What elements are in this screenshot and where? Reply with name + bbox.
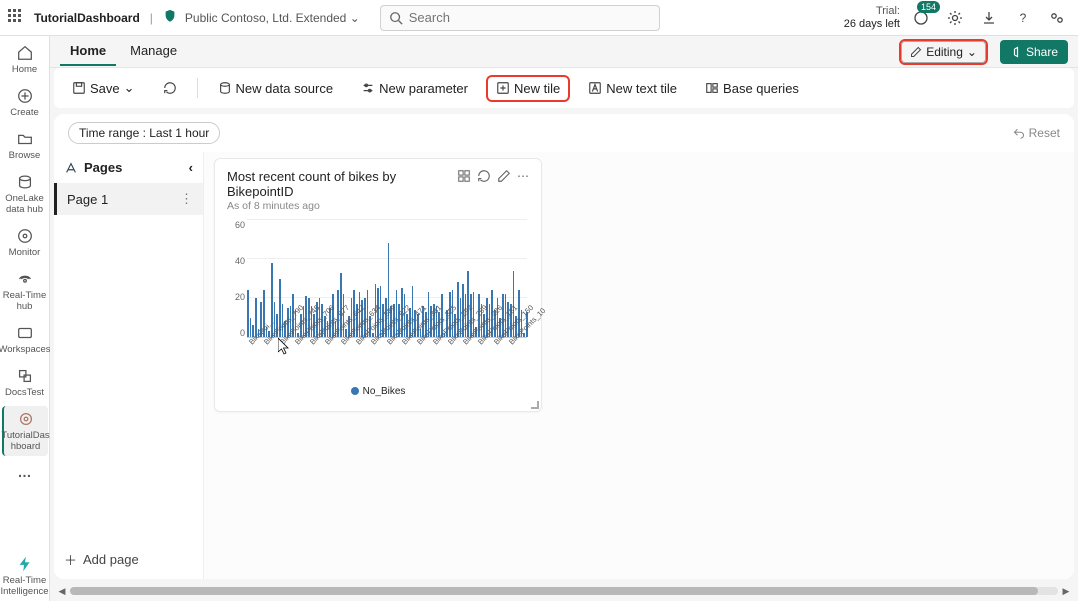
edit-icon[interactable] bbox=[497, 169, 511, 186]
more-icon[interactable]: ⋯ bbox=[517, 169, 529, 186]
share-button[interactable]: Share bbox=[1000, 40, 1068, 64]
data-source-icon bbox=[218, 81, 232, 95]
time-range-bar: Time range : Last 1 hour Reset bbox=[54, 114, 1074, 152]
pages-icon bbox=[64, 161, 78, 175]
rail-onelake[interactable]: OneLake data hub bbox=[2, 169, 48, 219]
save-icon bbox=[72, 81, 86, 95]
rail-monitor[interactable]: Monitor bbox=[2, 223, 48, 262]
new-text-tile-button[interactable]: New text tile bbox=[580, 77, 685, 100]
search-input[interactable] bbox=[409, 10, 651, 25]
rail-realtimehub[interactable]: Real-Time hub bbox=[2, 266, 48, 316]
tab-manage[interactable]: Manage bbox=[120, 37, 187, 66]
chart-tile[interactable]: Most recent count of bikes by BikepointI… bbox=[214, 158, 542, 412]
rail-more[interactable]: … bbox=[2, 460, 48, 484]
command-toolbar: Save ⌄ New data source New parameter New… bbox=[54, 68, 1074, 108]
parameter-icon bbox=[361, 81, 375, 95]
pencil-icon bbox=[910, 46, 922, 58]
page-row-page1[interactable]: Page 1 ⋮ bbox=[54, 183, 203, 215]
plus-icon: ＋ bbox=[64, 550, 77, 569]
legend-dot bbox=[351, 387, 359, 395]
rail-browse[interactable]: Browse bbox=[2, 126, 48, 165]
breadcrumb-sep: | bbox=[150, 11, 153, 25]
view-tabs-row: Home Manage Editing ⌄ Share bbox=[50, 36, 1078, 68]
scroll-left-arrow[interactable]: ◀ bbox=[56, 585, 68, 597]
scroll-thumb[interactable] bbox=[70, 587, 1038, 595]
workspace-label: Public Contoso, Ltd. Extended bbox=[185, 11, 346, 25]
new-parameter-button[interactable]: New parameter bbox=[353, 77, 476, 100]
scroll-track[interactable] bbox=[70, 587, 1058, 595]
refresh-button[interactable] bbox=[155, 77, 185, 99]
more-icon[interactable]: ⋮ bbox=[180, 191, 193, 207]
trial-label: Trial: bbox=[844, 5, 900, 17]
chart-legend: No_Bikes bbox=[227, 386, 529, 397]
chevron-down-icon: ⌄ bbox=[967, 45, 977, 59]
workarea: Pages ‹ Page 1 ⋮ ＋ Add page Most bbox=[54, 152, 1074, 579]
share-icon bbox=[1010, 46, 1022, 58]
chevron-down-icon: ⌄ bbox=[350, 11, 360, 25]
notifications-badge: 154 bbox=[917, 1, 940, 13]
breadcrumb-title: TutorialDashboard bbox=[34, 11, 140, 25]
download-icon[interactable] bbox=[976, 5, 1002, 31]
trial-status[interactable]: Trial: 26 days left bbox=[844, 5, 900, 29]
rail-home[interactable]: Home bbox=[2, 40, 48, 79]
rail-tutorialdashboard[interactable]: TutorialDas hboard bbox=[2, 406, 48, 456]
search-box[interactable] bbox=[380, 5, 660, 31]
text-tile-icon bbox=[588, 81, 602, 95]
new-data-source-button[interactable]: New data source bbox=[210, 77, 342, 100]
main-area: Home Manage Editing ⌄ Share Save ⌄ bbox=[50, 36, 1078, 601]
queries-icon bbox=[705, 81, 719, 95]
y-axis-ticks: 6040200 bbox=[227, 220, 245, 338]
chevron-down-icon: ⌄ bbox=[124, 80, 135, 96]
x-axis-ticks: BikePoi...BikePoints_790BikePoints_745Bi… bbox=[247, 338, 527, 380]
scroll-right-arrow[interactable]: ▶ bbox=[1060, 585, 1072, 597]
shield-icon bbox=[163, 9, 177, 26]
resize-handle[interactable] bbox=[531, 401, 539, 409]
left-nav-rail: Home Create Browse OneLake data hub Moni… bbox=[0, 36, 50, 601]
horizontal-scrollbar[interactable]: ◀ ▶ bbox=[54, 585, 1074, 597]
tab-home[interactable]: Home bbox=[60, 37, 116, 66]
feedback-icon[interactable] bbox=[1044, 5, 1070, 31]
app-launcher-icon[interactable] bbox=[8, 9, 26, 27]
rail-workspaces[interactable]: Workspaces bbox=[2, 320, 48, 359]
dashboard-canvas[interactable]: Most recent count of bikes by BikepointI… bbox=[204, 152, 1074, 579]
pages-panel: Pages ‹ Page 1 ⋮ ＋ Add page bbox=[54, 152, 204, 579]
workspace-picker[interactable]: Public Contoso, Ltd. Extended ⌄ bbox=[185, 11, 360, 25]
search-icon bbox=[389, 11, 403, 25]
undo-icon bbox=[1013, 127, 1025, 139]
pages-header: Pages ‹ bbox=[54, 152, 203, 183]
base-queries-button[interactable]: Base queries bbox=[697, 77, 807, 100]
settings-icon[interactable] bbox=[942, 5, 968, 31]
tile-subtitle: As of 8 minutes ago bbox=[227, 200, 457, 212]
top-app-bar: TutorialDashboard | Public Contoso, Ltd.… bbox=[0, 0, 1078, 36]
rail-realtime-intelligence[interactable]: Real-Time Intelligence bbox=[2, 551, 48, 601]
editing-dropdown-button[interactable]: Editing ⌄ bbox=[901, 41, 986, 63]
trial-days-left: 26 days left bbox=[844, 18, 900, 30]
refresh-icon[interactable] bbox=[477, 169, 491, 186]
add-page-button[interactable]: ＋ Add page bbox=[54, 540, 203, 579]
collapse-icon[interactable]: ‹ bbox=[189, 160, 193, 175]
tile-actions: ⋯ bbox=[457, 169, 529, 186]
explore-icon[interactable] bbox=[457, 169, 471, 186]
notifications-icon[interactable]: 154 bbox=[908, 5, 934, 31]
save-button[interactable]: Save ⌄ bbox=[64, 76, 143, 100]
help-icon[interactable]: ? bbox=[1010, 5, 1036, 31]
rail-docstest[interactable]: DocsTest bbox=[2, 363, 48, 402]
bar-chart: 6040200 BikePoi...BikePoints_790BikePoin… bbox=[227, 220, 527, 380]
tile-icon bbox=[496, 81, 510, 95]
time-range-chip[interactable]: Time range : Last 1 hour bbox=[68, 122, 220, 144]
reset-button[interactable]: Reset bbox=[1013, 126, 1060, 140]
refresh-icon bbox=[163, 81, 177, 95]
tile-title: Most recent count of bikes by BikepointI… bbox=[227, 169, 457, 199]
new-tile-button[interactable]: New tile bbox=[488, 77, 568, 100]
rail-create[interactable]: Create bbox=[2, 83, 48, 122]
